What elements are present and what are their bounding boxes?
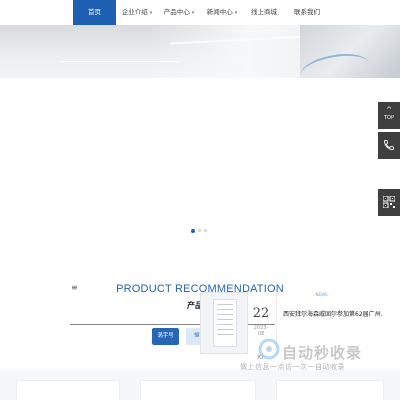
nav-label: 联系我们 <box>294 8 320 16</box>
top-navigation: 首页 企业介绍 ▾ 产品中心 ▾ 新闻中心 ▾ 线上商城 联系我们 <box>0 0 400 25</box>
nav-item-news[interactable]: 新闻中心 ▾ <box>201 0 243 25</box>
nav-item-home[interactable]: 首页 <box>73 0 116 25</box>
news-thumbnail[interactable] <box>200 292 248 354</box>
news-day: 22 <box>252 306 270 321</box>
phone-button[interactable] <box>378 132 400 159</box>
chevron-down-icon: ▾ <box>191 10 195 16</box>
arrow-up-icon: ^ <box>386 106 392 114</box>
nav-label: 线上商城 <box>251 8 277 16</box>
hero-banner-image <box>0 25 400 78</box>
nav-item-contact[interactable]: 联系我们 <box>286 0 328 25</box>
qrcode-icon <box>382 195 396 209</box>
qrcode-button[interactable] <box>378 189 400 216</box>
chevron-down-icon: ▾ <box>234 10 238 16</box>
nav-item-shop[interactable]: 线上商城 <box>243 0 285 25</box>
carousel-dot[interactable] <box>198 229 201 232</box>
menu-icon[interactable]: ≡ <box>71 283 78 292</box>
carousel-dot[interactable] <box>191 229 195 233</box>
chevron-down-icon: ▾ <box>149 10 153 16</box>
nav-label: 首页 <box>88 8 101 16</box>
product-card[interactable] <box>16 380 120 400</box>
news-title-link[interactable]: 西安拜尔海森威固尔参加第62届广州... <box>283 309 383 318</box>
nav-label: 新闻中心 <box>206 8 233 16</box>
back-to-top-button[interactable]: ^ TOP <box>378 102 400 129</box>
nav-item-company[interactable]: 企业介绍 ▾ <box>116 0 158 25</box>
nav-item-products[interactable]: 产品中心 ▾ <box>158 0 200 25</box>
phone-icon <box>384 140 394 150</box>
product-card[interactable] <box>276 380 384 400</box>
news-tag: · NEWS · <box>313 292 331 297</box>
watermark-logo-icon <box>258 338 280 360</box>
nav-label: 产品中心 <box>163 8 190 16</box>
carousel-pagination <box>191 229 210 233</box>
product-card[interactable] <box>140 380 256 400</box>
category-button[interactable]: 涡宇号 <box>152 328 179 345</box>
news-year-month: 2023-08 <box>253 325 269 337</box>
watermark-slogan: 做上信息一点访一次一自动收录 <box>240 363 345 371</box>
back-to-top-label: TOP <box>383 115 394 121</box>
nav-label: 企业介绍 <box>121 8 148 16</box>
watermark-title: 自动秒收录 <box>282 344 363 362</box>
carousel-dot[interactable] <box>204 229 207 232</box>
